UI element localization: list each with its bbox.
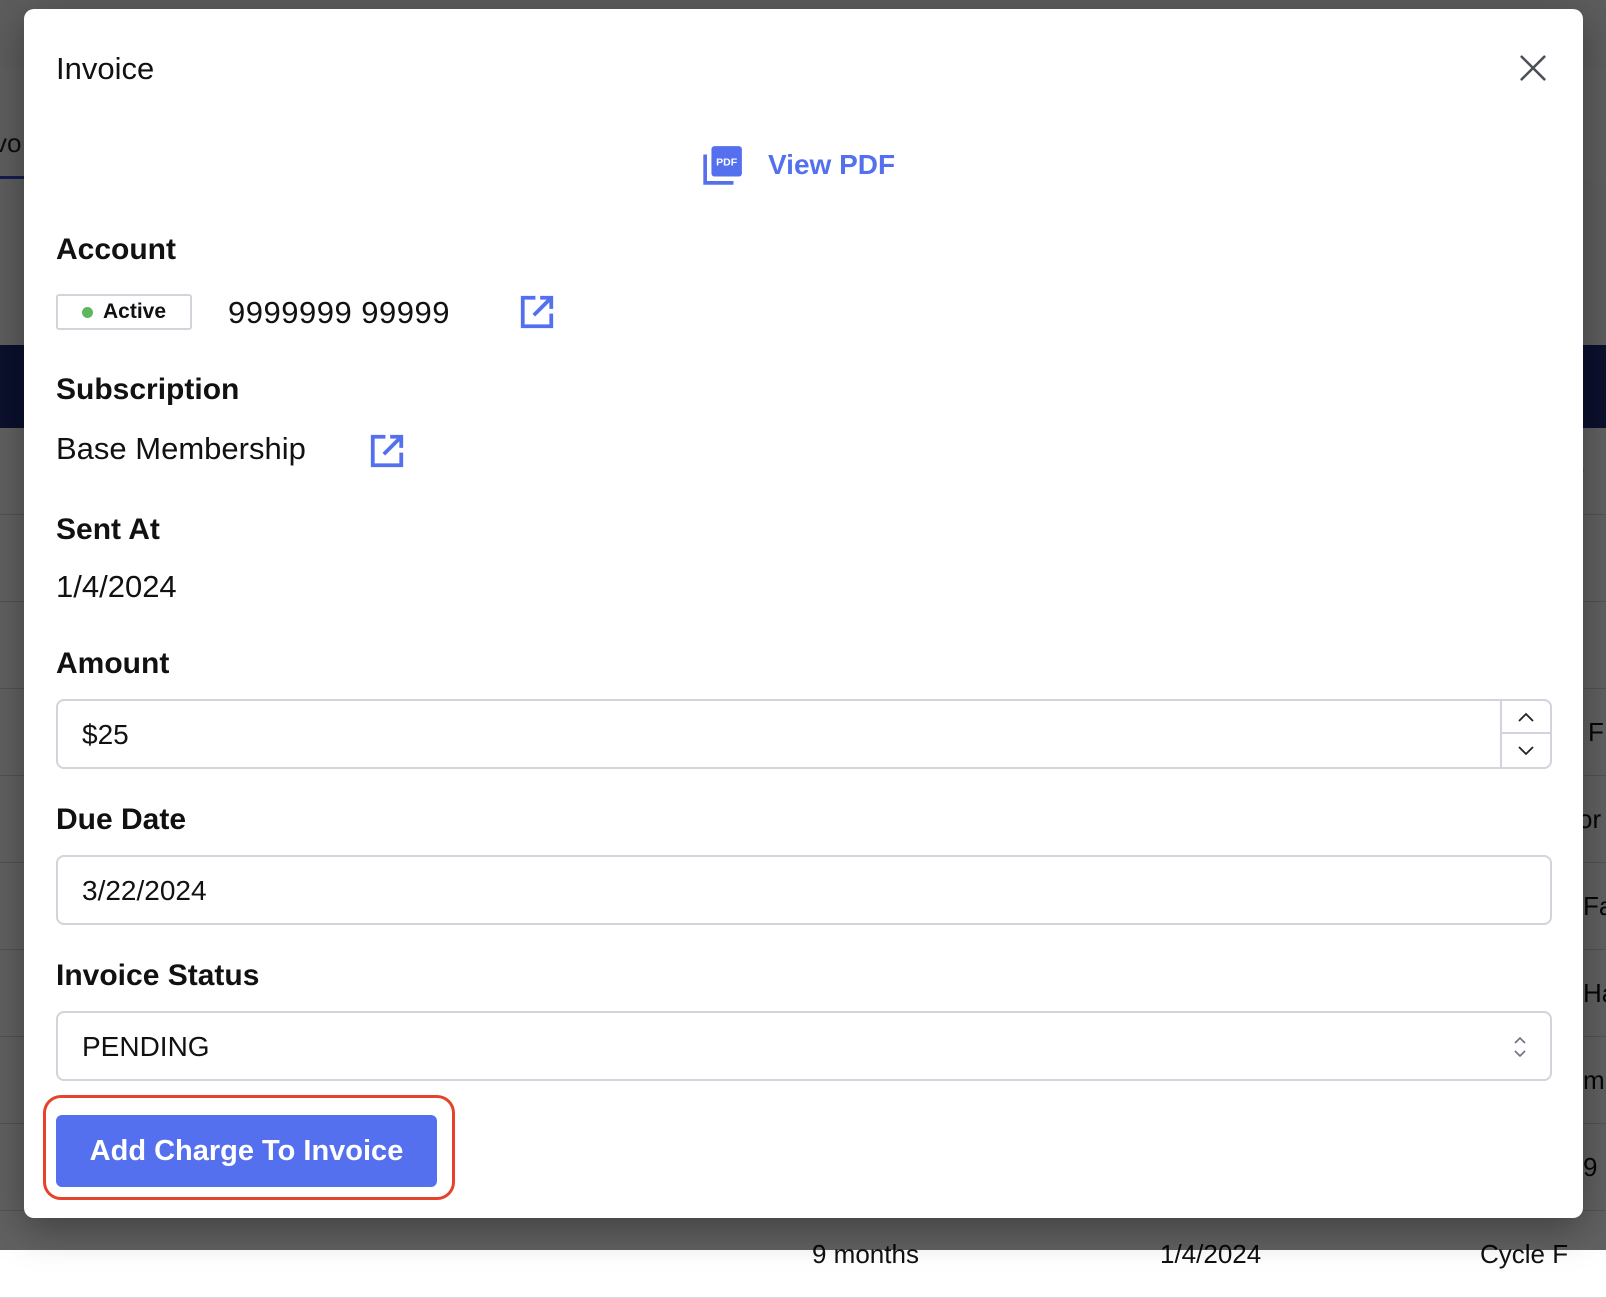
external-link-icon <box>520 295 554 329</box>
amount-label: Amount <box>56 647 170 680</box>
status-badge: Active <box>56 294 192 330</box>
view-pdf-label: View PDF <box>768 149 896 180</box>
due-date-label: Due Date <box>56 803 187 836</box>
account-open-link[interactable] <box>518 293 556 331</box>
select-arrows-icon <box>1514 1036 1526 1058</box>
sent-at-value: 1/4/2024 <box>56 569 177 604</box>
add-charge-to-invoice-button[interactable]: Add Charge To Invoice <box>56 1115 437 1187</box>
status-dot-icon <box>81 306 93 318</box>
sent-at-label: Sent At <box>56 513 160 546</box>
amount-value: $25 <box>82 719 129 750</box>
pdf-icon: PDF <box>703 146 742 185</box>
subscription-open-link[interactable] <box>368 432 406 470</box>
invoice-modal: Invoice PDF View PDF Account Active 9999… <box>24 9 1583 1218</box>
invoice-status-value: PENDING <box>82 1031 210 1062</box>
increment-button[interactable] <box>1502 701 1550 734</box>
chevron-down-icon <box>1518 745 1534 755</box>
view-pdf-link[interactable]: PDF View PDF <box>702 144 895 186</box>
status-badge-text: Active <box>102 300 167 323</box>
modal-title: Invoice <box>56 51 155 86</box>
subscription-label: Subscription <box>56 373 240 406</box>
amount-input[interactable]: $25 <box>56 699 1552 769</box>
account-number: 9999999 99999 <box>228 295 451 330</box>
invoice-status-label: Invoice Status <box>56 959 260 992</box>
invoice-status-select[interactable]: PENDING <box>56 1011 1552 1081</box>
external-link-icon <box>370 434 404 468</box>
account-label: Account <box>56 233 176 266</box>
amount-stepper <box>1500 701 1550 767</box>
close-button[interactable] <box>1516 51 1550 85</box>
subscription-value: Base Membership <box>56 431 306 466</box>
svg-text:PDF: PDF <box>716 157 738 169</box>
due-date-input[interactable]: 3/22/2024 <box>56 855 1552 925</box>
due-date-value: 3/22/2024 <box>82 875 207 906</box>
decrement-button[interactable] <box>1502 734 1550 767</box>
chevron-up-icon <box>1518 712 1534 722</box>
close-icon <box>1520 55 1546 81</box>
